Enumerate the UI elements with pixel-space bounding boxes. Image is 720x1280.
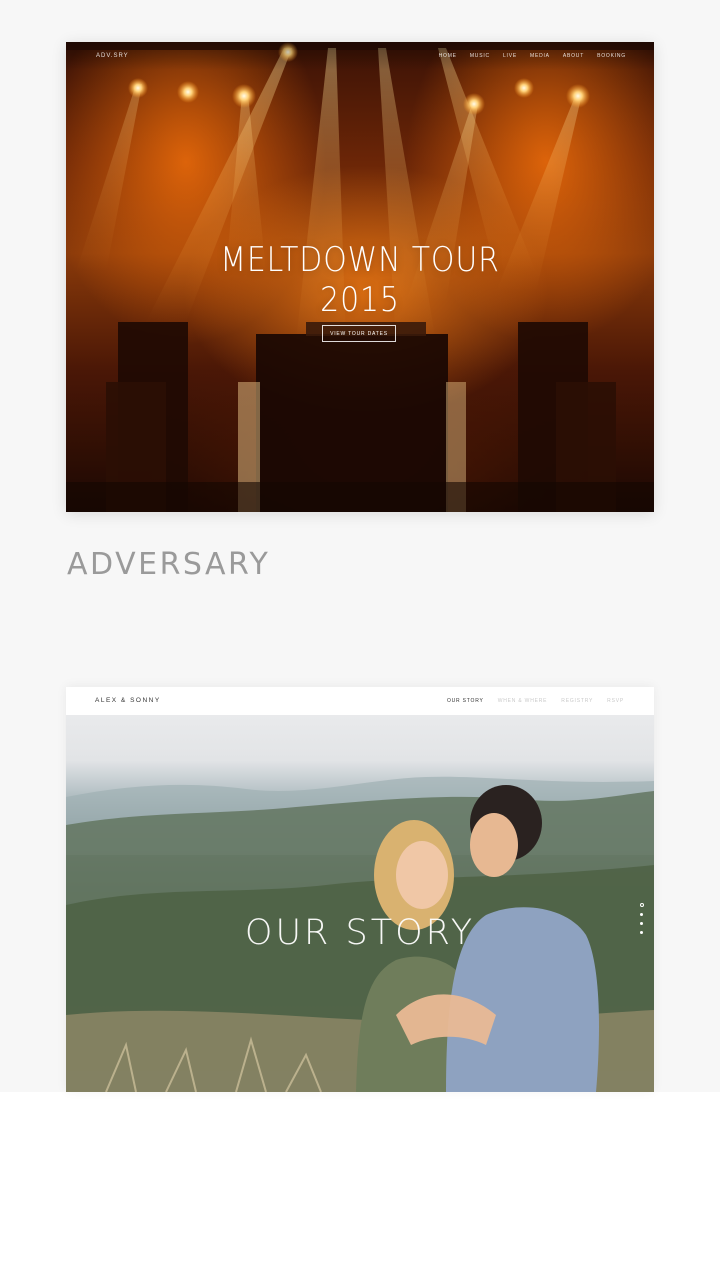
- story-title: OUR STORY: [244, 913, 476, 953]
- couple-photo: [66, 715, 654, 1092]
- nav-registry: REGISTRY: [561, 698, 594, 704]
- site-logo: ALEX & SONNY: [95, 697, 161, 704]
- nav-our-story: OUR STORY: [446, 698, 484, 704]
- nav-live: LIVE: [502, 53, 517, 59]
- site-nav-links: OUR STORY WHEN & WHERE REGISTRY RSVP: [447, 698, 624, 704]
- view-tour-dates-button: VIEW TOUR DATES: [322, 325, 396, 342]
- template-name-label[interactable]: ADVERSARY: [67, 547, 270, 582]
- template-card-alex-sonny[interactable]: ALEX & SONNY OUR STORY WHEN & WHERE REGI…: [66, 687, 654, 1092]
- nav-media: MEDIA: [529, 53, 550, 59]
- nav-booking: BOOKING: [597, 53, 626, 59]
- section-dot: [640, 922, 643, 925]
- nav-about: ABOUT: [562, 53, 585, 59]
- hero-title-line-2: 2015: [320, 280, 400, 320]
- hero-title-line-1: MELTDOWN TOUR: [220, 240, 500, 280]
- nav-home: HOME: [438, 53, 457, 59]
- template-gallery: ADV.SRY HOME MUSIC LIVE MEDIA ABOUT BOOK…: [0, 0, 720, 1092]
- nav-music: MUSIC: [469, 53, 490, 59]
- couple-photo-illustration: [66, 776, 654, 1092]
- section-dot: [640, 931, 643, 934]
- nav-rsvp: RSVP: [607, 698, 624, 704]
- section-dots-nav: [640, 903, 644, 934]
- nav-when-where: WHEN & WHERE: [497, 698, 548, 704]
- template-card-adversary[interactable]: ADV.SRY HOME MUSIC LIVE MEDIA ABOUT BOOK…: [66, 42, 654, 512]
- section-dot: [640, 903, 644, 907]
- site-nav-links: HOME MUSIC LIVE MEDIA ABOUT BOOKING: [439, 53, 626, 59]
- section-dot: [640, 913, 643, 916]
- hero-title: MELTDOWN TOUR 2015: [101, 240, 618, 320]
- site-header: ALEX & SONNY OUR STORY WHEN & WHERE REGI…: [66, 687, 654, 715]
- site-logo: ADV.SRY: [96, 53, 129, 59]
